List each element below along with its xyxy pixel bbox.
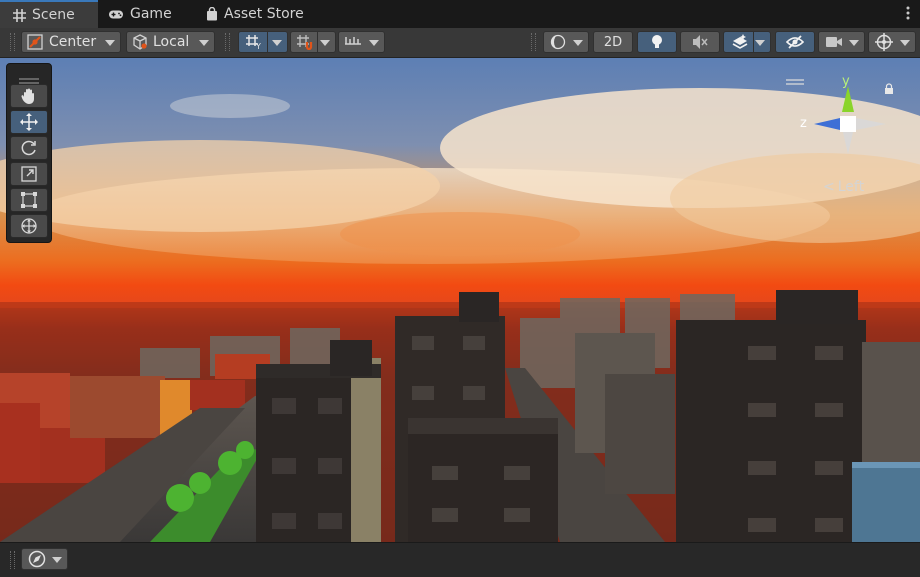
- search-tools-dropdown[interactable]: [21, 548, 68, 570]
- scale-tool-button[interactable]: [10, 162, 48, 186]
- view-name: Left: [837, 179, 865, 195]
- transform-combined-icon: [20, 217, 38, 235]
- orientation-gizmo[interactable]: [806, 78, 890, 162]
- chevron-down-icon: [573, 40, 583, 46]
- scene-audio-toggle[interactable]: [680, 31, 720, 53]
- view-back-indicator: <: [823, 179, 835, 195]
- scene-effects-toggle[interactable]: [723, 31, 754, 53]
- toolbar-grip: [225, 33, 230, 51]
- tab-game-label: Game: [130, 6, 172, 22]
- pivot-mode-label: Center: [49, 34, 97, 50]
- 2d-mode-toggle[interactable]: 2D: [593, 31, 633, 53]
- hand-tool-button[interactable]: [10, 84, 48, 108]
- rect-transform-icon: [20, 191, 38, 209]
- lightbulb-icon: [650, 34, 664, 50]
- chevron-down-icon: [272, 40, 282, 46]
- move-arrows-icon: [20, 113, 38, 131]
- toolbar-grip: [531, 33, 536, 51]
- pivot-center-icon: [27, 34, 43, 50]
- svg-text:Y: Y: [255, 42, 261, 50]
- move-tool-button[interactable]: [10, 110, 48, 134]
- ruler-icon: [344, 34, 362, 50]
- chevron-down-icon: [320, 40, 330, 46]
- tab-asset-store-label: Asset Store: [224, 6, 304, 22]
- scene-lighting-toggle[interactable]: [637, 31, 677, 53]
- tab-scene[interactable]: Scene: [0, 0, 98, 28]
- grid-visibility-dropdown[interactable]: [267, 31, 288, 53]
- speaker-muted-icon: [692, 34, 708, 50]
- compass-icon: [28, 550, 46, 568]
- toolbar-grip: [10, 33, 15, 51]
- grid-snapping-toggle[interactable]: Y: [238, 31, 268, 53]
- pivot-mode-dropdown[interactable]: Center: [21, 31, 121, 53]
- gamepad-icon: [108, 7, 124, 21]
- chevron-down-icon: [849, 40, 859, 46]
- scene-visibility-toggle[interactable]: [775, 31, 815, 53]
- camera-icon: [825, 35, 843, 49]
- hand-icon: [20, 87, 38, 105]
- scene-bottom-overlay: [0, 542, 920, 577]
- pivot-rotation-label: Local: [153, 34, 190, 50]
- gizmo-drag-handle[interactable]: [786, 70, 804, 85]
- pivot-rotation-dropdown[interactable]: Local: [126, 31, 215, 53]
- shading-sphere-icon: [550, 34, 566, 50]
- toolbar-grip: [10, 551, 15, 569]
- scene-toolbar: Center Local Y 2D: [0, 28, 920, 58]
- layers-effects-icon: [731, 34, 749, 50]
- eye-hidden-icon: [786, 34, 804, 50]
- tab-asset-store[interactable]: Asset Store: [205, 0, 304, 28]
- shopping-bag-icon: [205, 7, 218, 21]
- local-cube-icon: [132, 34, 148, 50]
- camera-settings-dropdown[interactable]: [818, 31, 865, 53]
- gizmo-crosshair-icon: [875, 33, 893, 51]
- scale-icon: [20, 165, 38, 183]
- ruler-snapping-dropdown[interactable]: [338, 31, 385, 53]
- tab-game[interactable]: Game: [108, 0, 172, 28]
- editor-tab-bar: Scene Game Asset Store: [0, 0, 920, 28]
- chevron-down-icon: [755, 40, 765, 46]
- chevron-down-icon: [105, 40, 115, 46]
- rotate-icon: [20, 139, 38, 157]
- view-projection-label[interactable]: < Left: [823, 179, 864, 195]
- chevron-down-icon: [199, 40, 209, 46]
- grid-hash-icon: [12, 8, 26, 22]
- scene-viewport[interactable]: y z < Left: [0, 58, 920, 542]
- transform-tools-panel: [6, 63, 52, 243]
- panel-drag-handle[interactable]: [19, 69, 39, 84]
- gizmo-y-label: y: [842, 74, 850, 89]
- snap-increment-icon: [296, 34, 314, 50]
- rect-tool-button[interactable]: [10, 188, 48, 212]
- scene-effects-dropdown[interactable]: [753, 31, 771, 53]
- scene-render: [0, 58, 920, 542]
- tab-scene-label: Scene: [32, 7, 75, 23]
- draw-mode-dropdown[interactable]: [543, 31, 589, 53]
- increment-snapping-dropdown[interactable]: [317, 31, 336, 53]
- transform-tool-button[interactable]: [10, 214, 48, 238]
- chevron-down-icon: [900, 40, 910, 46]
- chevron-down-icon: [52, 557, 62, 563]
- grid-snap-icon: Y: [245, 34, 263, 50]
- more-options-icon[interactable]: [906, 6, 910, 23]
- rotate-tool-button[interactable]: [10, 136, 48, 160]
- 2d-mode-label: 2D: [603, 34, 623, 50]
- increment-snapping-toggle[interactable]: [290, 31, 318, 53]
- chevron-down-icon: [369, 40, 379, 46]
- gizmos-dropdown[interactable]: [868, 31, 916, 53]
- gizmo-z-label: z: [800, 116, 807, 131]
